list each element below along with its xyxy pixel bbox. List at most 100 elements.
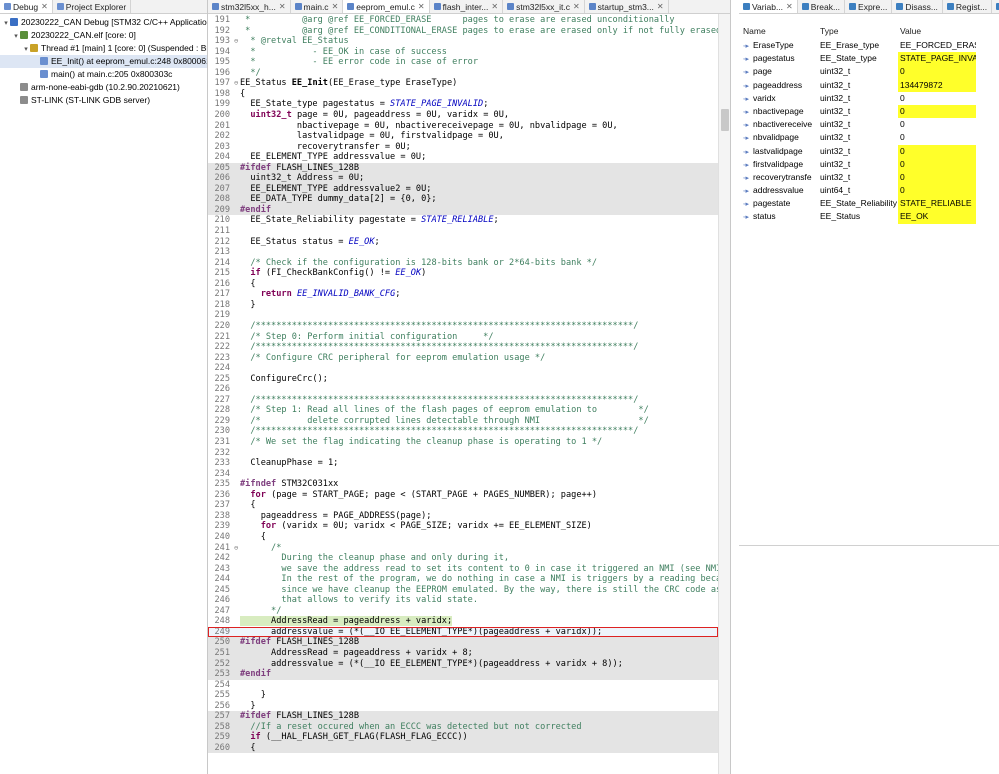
code-line[interactable]: 222 /***********************************… — [208, 342, 718, 353]
close-tab-icon[interactable]: ✕ — [41, 2, 48, 11]
variable-value[interactable]: 0 — [898, 104, 976, 119]
variable-value[interactable]: 0 — [898, 92, 976, 105]
variable-row[interactable]: ◦▸ nbactivepage uint32_t 0 — [739, 104, 999, 119]
code-line[interactable]: 248 AddressRead = pageaddress + varidx; — [208, 616, 718, 627]
variable-row[interactable]: ◦▸ pagestatus EE_State_type STATE_PAGE_INVA… — [739, 52, 999, 66]
variable-row[interactable]: ◦▸ page uint32_t 0 — [739, 65, 999, 79]
code-line[interactable]: 206 uint32_t Address = 0U; — [208, 173, 718, 184]
code-line[interactable]: 231 /* We set the flag indicating the cl… — [208, 437, 718, 448]
code-line[interactable]: 250 #ifdef FLASH_LINES_128B — [208, 637, 718, 648]
code-line[interactable]: 197 ⊖ EE_Status EE_Init(EE_Erase_type Eras… — [208, 78, 718, 89]
code-line[interactable]: 237 { — [208, 500, 718, 511]
editor-scrollbar-thumb[interactable] — [721, 109, 729, 131]
code-line[interactable]: 212 EE_Status status = EE_OK; — [208, 237, 718, 248]
code-line[interactable]: 226 — [208, 384, 718, 395]
variable-row[interactable]: ◦▸ nbactivereceive uint32_t 0 — [739, 118, 999, 131]
editor-tab[interactable]: main.c ✕ — [291, 0, 344, 13]
code-line[interactable]: 218 } — [208, 300, 718, 311]
code-area[interactable]: 191 * @arg @ref EE_FORCED_ERASE pages to… — [208, 14, 730, 774]
code-line[interactable]: 258 //If a reset occured when an ECCC wa… — [208, 721, 718, 733]
variable-row[interactable]: ◦▸ nbvalidpage uint32_t 0 — [739, 131, 999, 144]
view-tab[interactable]: Regist... — [943, 0, 993, 13]
code-line[interactable]: 242 During the cleanup phase and only du… — [208, 553, 718, 564]
debug-view-tab[interactable]: Debug ✕ — [0, 0, 53, 13]
code-line[interactable]: 202 lastvalidpage = 0U, firstvalidpage =… — [208, 131, 718, 142]
editor-tab[interactable]: stm32l5xx_it.c ✕ — [503, 0, 585, 13]
view-tab[interactable]: Disass... — [892, 0, 943, 13]
code-line[interactable]: 255 } — [208, 690, 718, 701]
code-line[interactable]: 259 if (__HAL_FLASH_GET_FLAG(FLASH_FLAG_… — [208, 732, 718, 743]
code-line[interactable]: 238 pageaddress = PAGE_ADDRESS(page); — [208, 511, 718, 522]
variable-value[interactable]: 0 — [898, 157, 976, 171]
editor-tab[interactable]: stm32l5xx_h... ✕ — [208, 0, 291, 13]
view-tab[interactable]: Variab... ✕ — [739, 0, 798, 13]
code-line[interactable]: 199 EE_State_type pagestatus = STATE_PAG… — [208, 99, 718, 110]
close-tab-icon[interactable]: ✕ — [573, 2, 580, 11]
code-line[interactable]: 243 we save the address read to set its … — [208, 564, 730, 575]
code-line[interactable]: 220 /***********************************… — [208, 321, 718, 332]
debug-tree-item[interactable]: ST-LINK (ST-LINK GDB server) — [0, 94, 207, 107]
code-line[interactable]: 239 for (varidx = 0U; varidx < PAGE_SIZE… — [208, 521, 718, 532]
code-line[interactable]: 205 #ifdef FLASH_LINES_128B — [208, 162, 718, 174]
code-line[interactable]: 228 /* Step 1: Read all lines of the fla… — [208, 405, 718, 416]
code-line[interactable]: 216 { — [208, 279, 718, 290]
code-line[interactable]: 198 { — [208, 89, 718, 100]
code-line[interactable]: 211 — [208, 226, 718, 237]
code-line[interactable]: 191 * @arg @ref EE_FORCED_ERASE pages to… — [208, 15, 718, 26]
code-line[interactable]: 223 /* Configure CRC peripheral for eepr… — [208, 353, 718, 364]
variable-row[interactable]: ◦▸ firstvalidpage uint32_t 0 — [739, 157, 999, 171]
code-line[interactable]: 194 * - EE_OK in case of success — [208, 47, 718, 58]
variable-value[interactable]: 0 — [898, 65, 976, 79]
code-line[interactable]: 195 * - EE error code in case of error — [208, 57, 718, 68]
code-line[interactable]: 217 return EE_INVALID_BANK_CFG; — [208, 289, 718, 300]
view-tab[interactable]: Break... — [798, 0, 846, 13]
current-line[interactable]: 249 addressvalue = (*(__IO EE_ELEMENT_TY… — [208, 626, 718, 638]
code-line[interactable]: 213 — [208, 247, 718, 258]
variable-row[interactable]: ◦▸ lastvalidpage uint32_t 0 — [739, 144, 999, 158]
code-line[interactable]: 224 — [208, 363, 718, 374]
variable-value[interactable]: EE_FORCED_ERASE — [898, 39, 976, 52]
code-line[interactable]: 234 — [208, 469, 718, 480]
code-line[interactable]: 256 } — [208, 701, 718, 712]
debug-tree-item[interactable]: ▾ Thread #1 [main] 1 [core: 0] (Suspended… — [0, 42, 207, 55]
code-line[interactable]: 200 uint32_t page = 0U, pageaddress = 0U… — [208, 110, 718, 121]
code-line[interactable]: 236 for (page = START_PAGE; page < (STAR… — [208, 490, 718, 501]
debug-view-tab[interactable]: Project Explorer — [53, 0, 132, 13]
debug-tree-item[interactable]: EE_Init() at eeprom_emul.c:248 0x8000616 — [0, 55, 207, 68]
variable-row[interactable]: ◦▸ status EE_Status EE_OK — [739, 210, 999, 224]
code-line[interactable]: 252 addressvalue = (*(__IO EE_ELEMENT_TY… — [208, 658, 718, 670]
code-line[interactable]: 245 since we have cleanup the EEPROM emu… — [208, 585, 730, 596]
variable-row[interactable]: ◦▸ addressvalue uint64_t 0 — [739, 184, 999, 198]
code-line[interactable]: 203 recoverytransfer = 0U; — [208, 142, 718, 153]
code-line[interactable]: 227 /***********************************… — [208, 395, 718, 406]
code-line[interactable]: 215 if (FI_CheckBankConfig() != EE_OK) — [208, 268, 718, 279]
code-line[interactable]: 251 AddressRead = pageaddress + varidx +… — [208, 648, 718, 659]
code-line[interactable]: 247 */ — [208, 606, 718, 617]
variable-value[interactable]: EE_OK — [898, 210, 976, 224]
code-line[interactable]: 260 { — [208, 742, 718, 754]
code-line[interactable]: 201 nbactivepage = 0U, nbactivereceivepa… — [208, 121, 718, 132]
debug-tree-item[interactable]: ▾ 20230222_CAN Debug [STM32 C/C++ Applica… — [0, 16, 207, 29]
editor-tab[interactable]: flash_inter... ✕ — [430, 0, 504, 13]
editor-tab[interactable]: startup_stm3... ✕ — [585, 0, 669, 13]
code-line[interactable]: 209 #endif — [208, 204, 718, 216]
close-tab-icon[interactable]: ✕ — [279, 2, 286, 11]
debug-tree-item[interactable]: ▾ 20230222_CAN.elf [core: 0] — [0, 29, 207, 42]
column-header-value[interactable]: Value — [898, 26, 976, 38]
variable-value[interactable]: 0 — [898, 170, 976, 185]
variable-value[interactable]: 0 — [898, 131, 976, 144]
code-line[interactable]: 208 EE_DATA_TYPE dummy_data[2] = {0, 0}; — [208, 194, 718, 205]
details-pane-divider[interactable] — [739, 545, 999, 546]
code-line[interactable]: 225 ConfigureCrc(); — [208, 374, 718, 385]
code-line[interactable]: 257 #ifdef FLASH_LINES_128B — [208, 711, 718, 722]
column-header-type[interactable]: Type — [817, 26, 898, 38]
close-tab-icon[interactable]: ✕ — [657, 2, 664, 11]
variable-value[interactable]: 0 — [898, 144, 976, 158]
editor-vertical-scrollbar[interactable] — [718, 14, 730, 774]
variable-row[interactable]: ◦▸ pageaddress uint32_t 134479872 — [739, 78, 999, 92]
code-line[interactable]: 214 /* Check if the configuration is 128… — [208, 258, 718, 269]
view-tab[interactable]: Live E... — [992, 0, 999, 13]
code-line[interactable]: 235 #ifndef STM32C031xx — [208, 479, 718, 490]
code-line[interactable]: 240 { — [208, 532, 718, 543]
variable-value[interactable]: STATE_PAGE_INVA... — [898, 52, 976, 66]
